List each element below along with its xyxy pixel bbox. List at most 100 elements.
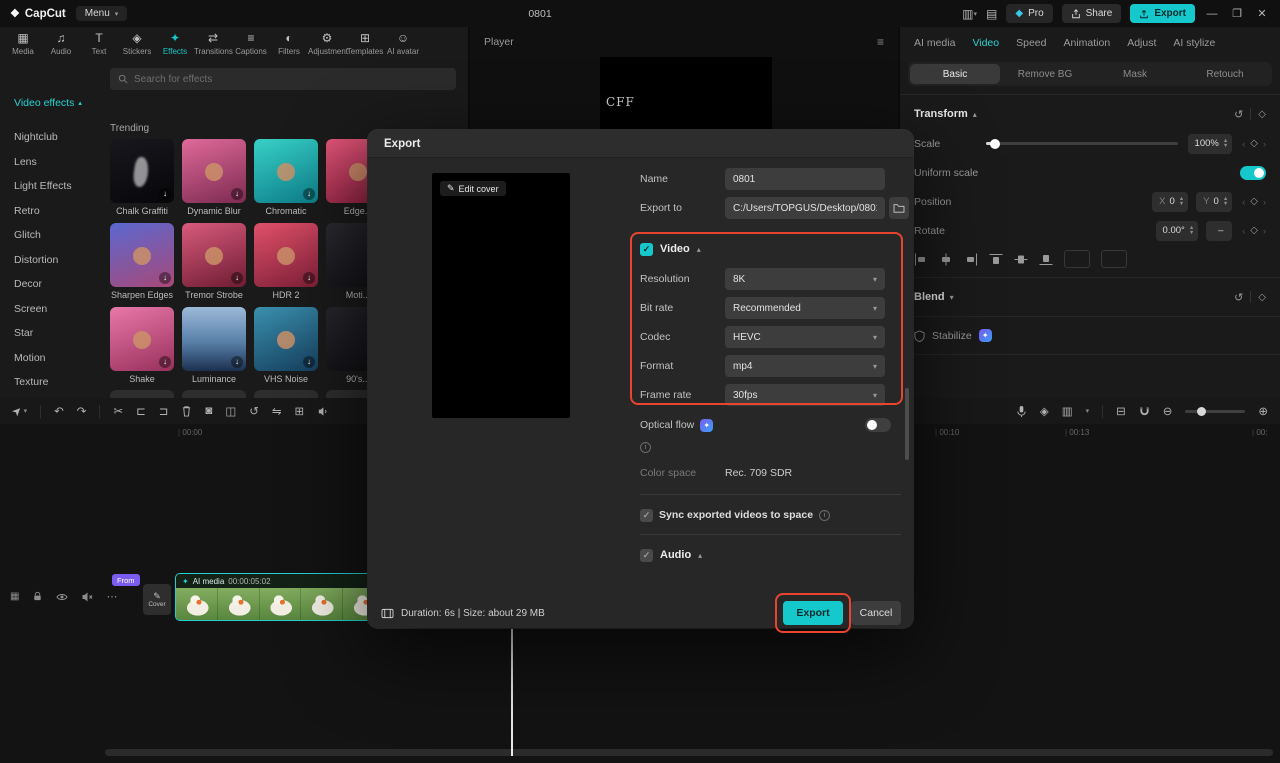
stepper-icons[interactable]: ▲▼ bbox=[1223, 139, 1228, 149]
cover-button[interactable]: ✎ Cover bbox=[143, 584, 171, 615]
effect-card[interactable]: ↓Chromatic bbox=[254, 139, 318, 217]
tab-ai-media[interactable]: AI media bbox=[914, 37, 955, 49]
effect-card[interactable]: ↓Tremor Strobe bbox=[182, 223, 246, 301]
bitrate-select[interactable]: Recommended ▾ bbox=[725, 297, 885, 319]
export-to-field[interactable] bbox=[725, 197, 885, 219]
delete-left-button[interactable]: ⊏ bbox=[136, 404, 146, 418]
download-icon[interactable]: ↓ bbox=[159, 188, 171, 200]
align-left-icon[interactable] bbox=[914, 253, 928, 266]
extract-audio-button[interactable] bbox=[317, 406, 328, 417]
next-keyframe-icon[interactable]: › bbox=[1263, 226, 1266, 236]
track-options-button[interactable]: ▾ bbox=[1086, 407, 1090, 415]
prev-keyframe-icon[interactable]: ‹ bbox=[1242, 226, 1245, 236]
more-options-icon[interactable]: ⋯ bbox=[106, 590, 117, 603]
align-middle-icon[interactable] bbox=[1014, 253, 1028, 266]
tab-media[interactable]: ▦Media bbox=[4, 31, 42, 57]
preview-axis-button[interactable]: ⊟ bbox=[1116, 404, 1126, 418]
codec-select[interactable]: HEVC ▾ bbox=[725, 326, 885, 348]
browse-folder-button[interactable] bbox=[889, 197, 909, 219]
effect-card[interactable]: ↓Chalk Graffiti bbox=[110, 139, 174, 217]
scale-slider[interactable] bbox=[986, 142, 1178, 145]
lock-icon[interactable] bbox=[32, 591, 43, 602]
effect-card[interactable]: ↓VHS Noise bbox=[254, 307, 318, 385]
sidebar-item-nightclub[interactable]: Nightclub bbox=[14, 125, 106, 150]
tab-text[interactable]: TText bbox=[80, 31, 118, 57]
align-top-icon[interactable] bbox=[989, 253, 1003, 266]
sidebar-item-retro[interactable]: Retro bbox=[14, 199, 106, 224]
tab-adjustment[interactable]: ⚙Adjustment bbox=[308, 31, 346, 57]
horizontal-scrollbar[interactable] bbox=[105, 749, 1273, 756]
tab-ai-avatar[interactable]: ☺AI avatar bbox=[384, 31, 422, 57]
zoom-out-button[interactable]: ⊖ bbox=[1163, 404, 1173, 418]
track-select-icon[interactable]: ▦ bbox=[10, 591, 19, 602]
keyframe-icon[interactable]: ◇ bbox=[1258, 292, 1266, 303]
align-right-icon[interactable] bbox=[964, 253, 978, 266]
freeze-frame-button[interactable]: ◫ bbox=[225, 404, 236, 418]
next-keyframe-icon[interactable]: › bbox=[1263, 139, 1266, 149]
sidebar-item-star[interactable]: Star bbox=[14, 321, 106, 346]
effect-card[interactable]: ↓Shake bbox=[110, 307, 174, 385]
prev-keyframe-icon[interactable]: ‹ bbox=[1242, 139, 1245, 149]
tab-ai-stylize[interactable]: AI stylize bbox=[1173, 37, 1215, 49]
edit-cover-button[interactable]: ✎ Edit cover bbox=[440, 181, 506, 196]
effect-card[interactable]: ↓Sharpen Edges bbox=[110, 223, 174, 301]
download-icon[interactable]: ↓ bbox=[159, 356, 171, 368]
dialog-scrollbar[interactable] bbox=[905, 388, 909, 460]
distribute-horizontal-button[interactable] bbox=[1064, 250, 1090, 268]
subtab-retouch[interactable]: Retouch bbox=[1180, 64, 1270, 84]
prev-keyframe-icon[interactable]: ‹ bbox=[1242, 197, 1245, 207]
effect-card-partial[interactable] bbox=[254, 390, 318, 398]
tab-stickers[interactable]: ◈Stickers bbox=[118, 31, 156, 57]
video-section-header[interactable]: ✓ Video ▴ bbox=[640, 238, 701, 260]
sidebar-item-motion[interactable]: Motion bbox=[14, 346, 106, 371]
snap-magnet-button[interactable] bbox=[1139, 406, 1150, 417]
undo-button[interactable]: ↶ bbox=[54, 404, 64, 418]
download-icon[interactable]: ↓ bbox=[303, 272, 315, 284]
window-minimize-button[interactable]: — bbox=[1204, 8, 1220, 20]
timeline-zoom-slider[interactable] bbox=[1185, 410, 1245, 413]
sidebar-item-light-effects[interactable]: Light Effects bbox=[14, 174, 106, 199]
topbar-export-button[interactable]: Export bbox=[1130, 4, 1195, 23]
resolution-select[interactable]: 8K ▾ bbox=[725, 268, 885, 290]
info-icon[interactable]: i bbox=[640, 442, 651, 453]
cancel-button[interactable]: Cancel bbox=[851, 601, 901, 625]
stepper-icons[interactable]: ▲▼ bbox=[1189, 226, 1194, 236]
window-restore-button[interactable]: ❐ bbox=[1229, 7, 1245, 20]
stepper-icons[interactable]: ▲▼ bbox=[1179, 197, 1184, 207]
align-bottom-icon[interactable] bbox=[1039, 253, 1053, 266]
subtab-mask[interactable]: Mask bbox=[1090, 64, 1180, 84]
export-confirm-button[interactable]: Export bbox=[783, 601, 843, 625]
reset-icon[interactable]: ↺ bbox=[1234, 291, 1243, 304]
reverse-button[interactable]: ↺ bbox=[249, 404, 259, 418]
name-input[interactable] bbox=[733, 174, 877, 185]
format-select[interactable]: mp4 ▾ bbox=[725, 355, 885, 377]
sync-checkbox[interactable]: ✓ bbox=[640, 509, 653, 522]
info-icon[interactable]: i bbox=[819, 510, 830, 521]
align-center-horizontal-icon[interactable] bbox=[939, 253, 953, 266]
scale-value[interactable]: 100% ▲▼ bbox=[1188, 134, 1233, 154]
effect-card[interactable]: ↓HDR 2 bbox=[254, 223, 318, 301]
next-keyframe-icon[interactable]: › bbox=[1263, 197, 1266, 207]
adjust-layout-icon[interactable]: ▤ bbox=[986, 7, 997, 21]
stepper-icons[interactable]: ▲▼ bbox=[1223, 197, 1228, 207]
name-field[interactable] bbox=[725, 168, 885, 190]
share-button[interactable]: Share bbox=[1062, 4, 1122, 23]
download-icon[interactable]: ↓ bbox=[231, 188, 243, 200]
tab-effects[interactable]: ✦Effects bbox=[156, 31, 194, 57]
keyframe-icon[interactable]: ◇ bbox=[1258, 109, 1266, 120]
optical-flow-toggle[interactable] bbox=[865, 418, 891, 432]
download-icon[interactable]: ↓ bbox=[231, 356, 243, 368]
tab-speed[interactable]: Speed bbox=[1016, 37, 1046, 49]
tab-animation[interactable]: Animation bbox=[1063, 37, 1110, 49]
mute-icon[interactable] bbox=[81, 591, 93, 603]
effect-card-partial[interactable] bbox=[110, 390, 174, 398]
stabilize-row[interactable]: Stabilize ✦ bbox=[900, 321, 1280, 350]
rotate-reset-field[interactable]: – bbox=[1206, 221, 1232, 241]
delete-right-button[interactable]: ⊐ bbox=[159, 404, 169, 418]
tab-adjust[interactable]: Adjust bbox=[1127, 37, 1156, 49]
audio-checkbox[interactable]: ✓ bbox=[640, 549, 653, 562]
uniform-scale-toggle[interactable] bbox=[1240, 166, 1266, 180]
sidebar-item-screen[interactable]: Screen bbox=[14, 297, 106, 322]
sync-row[interactable]: ✓ Sync exported videos to space i bbox=[640, 504, 830, 526]
position-x-field[interactable]: X 0 ▲▼ bbox=[1152, 192, 1188, 212]
